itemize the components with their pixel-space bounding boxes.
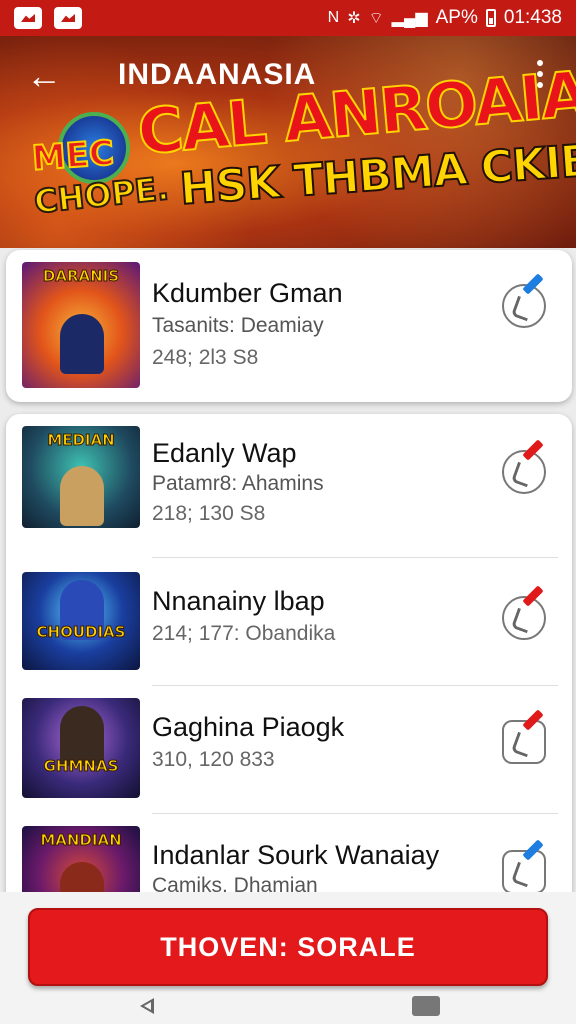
item-subtitle: Patamr8: Ahamins (152, 472, 324, 495)
battery-icon (485, 9, 496, 27)
clock: 01:438 (503, 7, 562, 28)
item-title: Gaghina Piaogk (152, 712, 345, 742)
signal-icon: ▂▄▆ (391, 10, 428, 27)
nfc-icon: N (327, 9, 340, 26)
list-item[interactable]: GHMNAS Gaghina Piaogk 310, 120 833 (6, 686, 572, 814)
thumbnail-label: GHMNAS (43, 757, 119, 775)
primary-action-button[interactable]: THOVEN: SORALE (28, 908, 548, 986)
game-list-card: MEDIAN Edanly Wap Patamr8: Ahamins 218; … (6, 414, 572, 904)
item-meta: 218; 130 S8 (152, 502, 266, 525)
game-thumbnail: GHMNAS (22, 698, 140, 798)
game-thumbnail: MEDIAN (22, 426, 140, 528)
item-title: Kdumber Gman (152, 278, 343, 308)
item-meta: 248; 2l3 S8 (152, 346, 259, 369)
thumbnail-label: MEDIAN (47, 431, 115, 449)
edit-icon[interactable] (502, 450, 546, 494)
battery-percent: AP% (435, 7, 478, 28)
wifi-icon: ⌔ (368, 10, 384, 27)
featured-card[interactable]: DARANIS Kdumber Gman Tasanits: Deamiay 2… (6, 250, 572, 402)
character-figure (60, 466, 104, 526)
gallery-icon (54, 7, 82, 29)
share-icon[interactable] (502, 720, 546, 764)
vibrate-icon: ✲ (347, 10, 361, 27)
logo-text-top: MEC (30, 132, 117, 180)
list-item[interactable]: DARANIS Kdumber Gman Tasanits: Deamiay 2… (6, 250, 572, 402)
edit-icon[interactable] (502, 596, 546, 640)
item-title: Indanlar Sourk Wanaiay (152, 840, 440, 870)
item-meta: 310, 120 833 (152, 748, 275, 771)
like-icon[interactable] (502, 850, 546, 894)
thumbnail-label: DARANIS (42, 267, 120, 285)
header-banner: ← INDAANASIA MEC CHOPE. CAL ANROAIA. HSK… (0, 36, 576, 248)
thumbnail-label: MANDIAN (40, 831, 122, 849)
nav-back-icon[interactable] (138, 996, 160, 1016)
list-item[interactable]: MEDIAN Edanly Wap Patamr8: Ahamins 218; … (6, 414, 572, 558)
item-meta: 214; 177: Obandika (152, 622, 336, 645)
back-arrow-icon[interactable]: ← (26, 58, 70, 98)
list-item[interactable]: CHOUDIAS Nnanainy lbap 214; 177: Obandik… (6, 558, 572, 686)
item-title: Nnanainy lbap (152, 586, 325, 616)
gallery-icon (14, 7, 42, 29)
item-title: Edanly Wap (152, 438, 297, 468)
nav-recents-icon[interactable] (412, 996, 440, 1016)
thumbnail-label: CHOUDIAS (36, 623, 126, 641)
game-thumbnail: CHOUDIAS (22, 572, 140, 670)
item-subtitle: Tasanits: Deamiay (152, 314, 324, 337)
game-thumbnail: DARANIS (22, 262, 140, 388)
status-bar: N ✲ ⌔ ▂▄▆ AP% 01:438 (0, 0, 576, 36)
edit-icon[interactable] (502, 284, 546, 328)
list-item[interactable]: MANDIAN Indanlar Sourk Wanaiay Camiks. D… (6, 814, 572, 904)
character-figure (60, 314, 104, 374)
